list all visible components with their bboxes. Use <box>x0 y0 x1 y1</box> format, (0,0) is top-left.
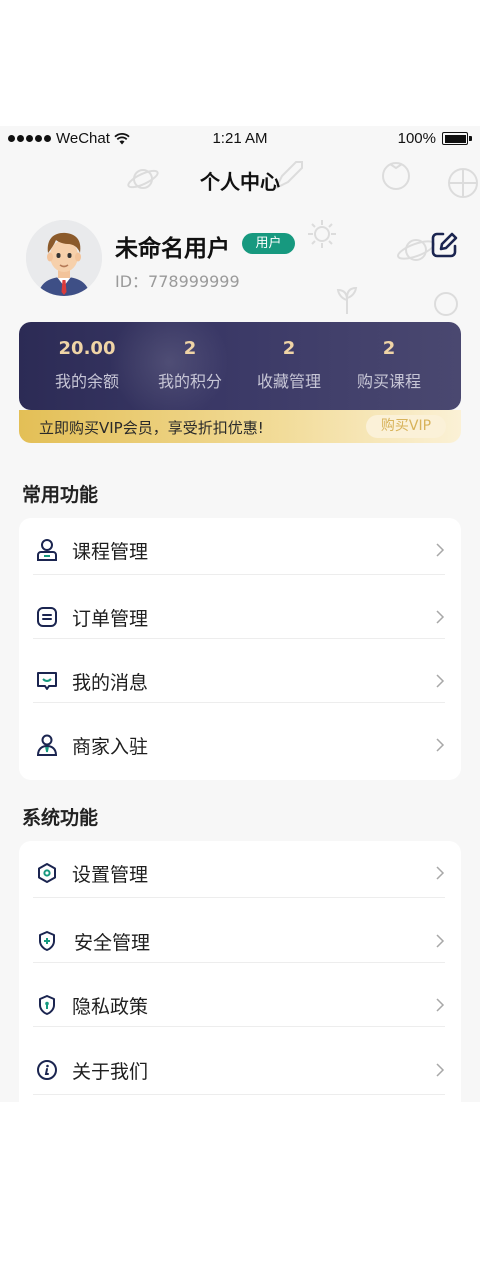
divider <box>33 962 445 963</box>
chevron-right-icon <box>436 610 445 624</box>
gear-doodle-icon <box>308 220 336 248</box>
menu-item-label: 隐私政策 <box>72 996 149 1018</box>
buy-vip-button[interactable]: 购买VIP <box>366 415 446 438</box>
menu-item-merchant-join[interactable]: 商家入驻 <box>19 725 461 765</box>
chevron-right-icon <box>436 866 445 880</box>
stat-value: 2 <box>183 338 197 359</box>
menu-item-label: 设置管理 <box>72 864 149 886</box>
menu-item-label: 商家入驻 <box>72 736 149 758</box>
info-icon <box>37 1060 57 1080</box>
shield-plus-icon <box>39 931 55 951</box>
stat-points[interactable]: 2 我的积分 <box>140 338 240 392</box>
menu-item-label: 订单管理 <box>72 608 149 630</box>
menu-item-settings[interactable]: 设置管理 <box>19 853 461 893</box>
user-id: ID：778999999 <box>115 272 240 291</box>
username: 未命名用户 <box>115 236 230 262</box>
stat-label: 我的积分 <box>157 372 222 391</box>
common-functions-card: 课程管理 订单管理 我的消息 商家入驻 <box>19 518 461 780</box>
merchant-icon <box>36 734 58 756</box>
battery-percent: 100% <box>397 130 436 147</box>
menu-item-course-management[interactable]: 课程管理 <box>19 530 461 570</box>
menu-item-about-us[interactable]: 关于我们 <box>19 1050 461 1090</box>
stat-favorites[interactable]: 2 收藏管理 <box>239 338 339 392</box>
chevron-right-icon <box>436 738 445 752</box>
divider <box>33 574 445 575</box>
stat-value: 2 <box>282 338 296 359</box>
stat-value: 20.00 <box>58 338 116 359</box>
divider <box>33 897 445 898</box>
menu-item-messages[interactable]: 我的消息 <box>19 661 461 701</box>
message-icon <box>37 672 57 690</box>
menu-item-security[interactable]: 安全管理 <box>19 921 461 961</box>
profile-screen: WeChat 1:21 AM 100% 个人中心 未命名用户 用户 ID：778… <box>0 126 480 1102</box>
divider <box>33 1026 445 1027</box>
stat-value: 2 <box>382 338 396 359</box>
chevron-right-icon <box>436 1063 445 1077</box>
vip-promo-bar: 立即购买VIP会员，享受折扣优惠! 购买VIP <box>19 410 461 443</box>
avatar[interactable] <box>26 220 102 296</box>
divider <box>33 702 445 703</box>
stat-label: 收藏管理 <box>256 372 321 391</box>
menu-item-label: 安全管理 <box>74 932 151 954</box>
vip-promo-text: 立即购买VIP会员，享受折扣优惠! <box>39 419 264 437</box>
battery-icon <box>442 132 472 145</box>
stat-label: 我的余额 <box>54 372 119 391</box>
status-right: 100% <box>398 130 472 147</box>
chevron-right-icon <box>436 674 445 688</box>
chevron-right-icon <box>436 998 445 1012</box>
sprout-doodle-icon <box>336 286 358 314</box>
system-functions-title: 系统功能 <box>22 807 99 829</box>
stat-balance[interactable]: 20.00 我的余额 <box>37 338 137 392</box>
user-role-badge: 用户 <box>242 233 295 254</box>
menu-item-label: 我的消息 <box>72 672 149 694</box>
menu-item-label: 关于我们 <box>72 1061 149 1083</box>
page-title: 个人中心 <box>200 170 280 194</box>
menu-item-order-management[interactable]: 订单管理 <box>19 597 461 637</box>
course-user-icon <box>37 539 57 561</box>
edit-profile-icon[interactable] <box>429 230 459 260</box>
account-stats-card: 20.00 我的余额 2 我的积分 2 收藏管理 2 购买课程 <box>19 322 461 410</box>
system-functions-card: 设置管理 安全管理 隐私政策 关于我们 <box>19 841 461 1102</box>
menu-item-label: 课程管理 <box>72 541 149 563</box>
status-bar: WeChat 1:21 AM 100% <box>0 126 480 152</box>
fruit-doodle-icon <box>434 292 458 316</box>
menu-item-privacy-policy[interactable]: 隐私政策 <box>19 985 461 1025</box>
divider <box>33 638 445 639</box>
divider <box>33 1094 445 1095</box>
common-functions-title: 常用功能 <box>22 484 99 506</box>
stat-label: 购买课程 <box>356 372 421 391</box>
avatar-illustration-icon <box>26 220 102 296</box>
chevron-right-icon <box>436 934 445 948</box>
stat-purchased-courses[interactable]: 2 购买课程 <box>339 338 439 392</box>
settings-hexagon-icon <box>38 863 56 883</box>
privacy-shield-icon <box>39 995 55 1015</box>
order-list-icon <box>37 607 57 627</box>
chevron-right-icon <box>436 543 445 557</box>
